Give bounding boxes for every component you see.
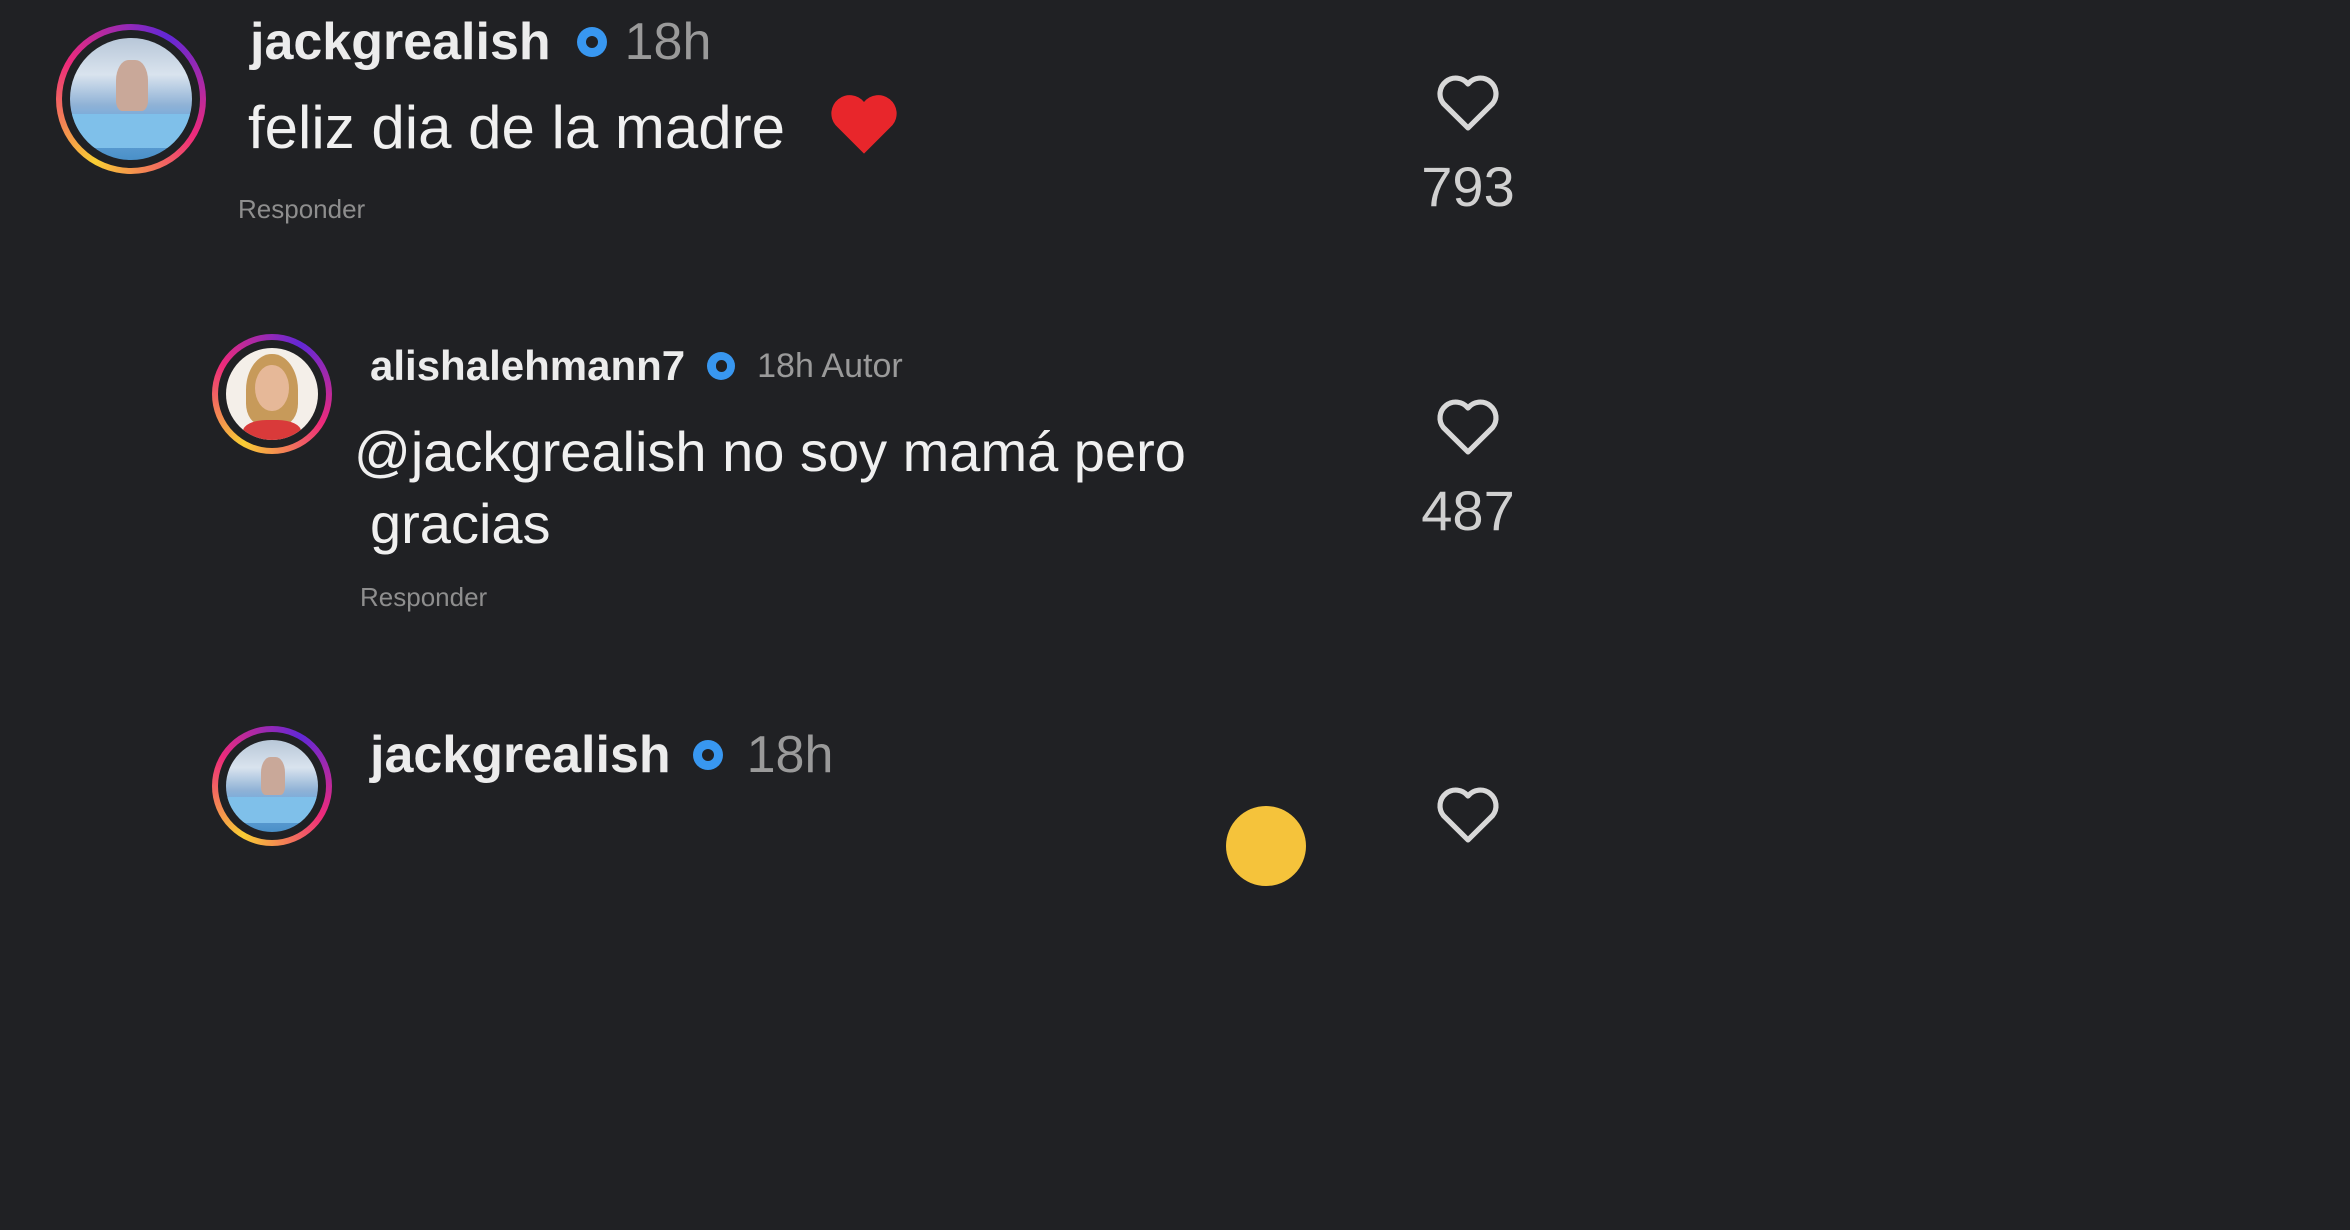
red-heart-emoji-icon [829,92,899,173]
heart-outline-icon[interactable] [1435,396,1501,456]
reply-button[interactable]: Responder [360,582,487,613]
like-count: 793 [1421,155,1515,218]
comment-text-line: @jackgrealish no soy mamá pero [354,420,1186,483]
reply-item: alishalehmann7 18h Autor @jackgrealish n… [0,320,2350,660]
verified-badge-icon [707,352,736,380]
comment-username[interactable]: jackgrealish [250,12,551,72]
comment-username[interactable]: alishalehmann7 [370,342,685,390]
comment-time: 18h Autor [757,346,903,385]
comment-text-line: gracias [370,491,551,555]
avatar[interactable] [212,726,332,846]
comment-username[interactable]: jackgrealish [370,725,671,785]
heart-outline-icon[interactable] [1435,72,1501,132]
heart-outline-icon[interactable] [1435,784,1501,844]
comment-time: 18h [624,13,712,71]
comment-time: 18h [746,726,834,784]
reply-button[interactable]: Responder [238,194,365,225]
avatar[interactable] [56,24,206,174]
verified-badge-icon [692,740,723,770]
reply-item: jackgrealish 18h [0,700,2350,886]
comment-text: feliz dia de la madre [248,94,785,161]
avatar[interactable] [212,334,332,454]
like-count: 487 [1421,479,1515,542]
comment-item: jackgrealish 18h feliz dia de la madre R… [0,0,2350,300]
face-emoji-icon [1226,806,1306,886]
verified-badge-icon [576,27,607,57]
